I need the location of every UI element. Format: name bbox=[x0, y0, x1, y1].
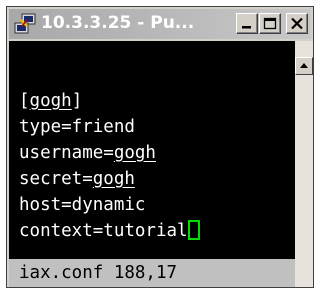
terminal-line: username=gogh bbox=[19, 143, 156, 163]
close-icon bbox=[291, 17, 303, 30]
window-title: 10.3.3.25 - Pu... bbox=[41, 13, 195, 33]
putty-icon bbox=[14, 13, 36, 34]
terminal-line: host=dynamic bbox=[19, 195, 146, 215]
terminal-screen[interactable]: [gogh] type=friend username=gogh secret=… bbox=[9, 41, 295, 287]
terminal-line: secret=gogh bbox=[19, 169, 135, 189]
terminal-line: [gogh] bbox=[19, 91, 83, 111]
close-button[interactable] bbox=[286, 13, 308, 34]
scroll-up-button[interactable] bbox=[295, 57, 313, 75]
vim-status-line: iax.conf 188,17 bbox=[9, 259, 295, 287]
scroll-up-arrow-icon bbox=[300, 63, 308, 68]
status-text: iax.conf 188,17 bbox=[19, 263, 178, 283]
minimize-button[interactable] bbox=[236, 13, 258, 34]
vertical-scrollbar[interactable] bbox=[295, 41, 313, 287]
minimize-icon bbox=[242, 26, 251, 29]
maximize-button[interactable] bbox=[259, 13, 281, 34]
putty-window: 10.3.3.25 - Pu... [gogh] type=friend use… bbox=[6, 6, 314, 288]
maximize-icon bbox=[263, 17, 277, 30]
text-cursor bbox=[187, 220, 200, 240]
terminal-line: type=friend bbox=[19, 117, 135, 137]
terminal-line: context=tutorial bbox=[19, 219, 200, 243]
title-bar[interactable]: 10.3.3.25 - Pu... bbox=[9, 9, 311, 39]
